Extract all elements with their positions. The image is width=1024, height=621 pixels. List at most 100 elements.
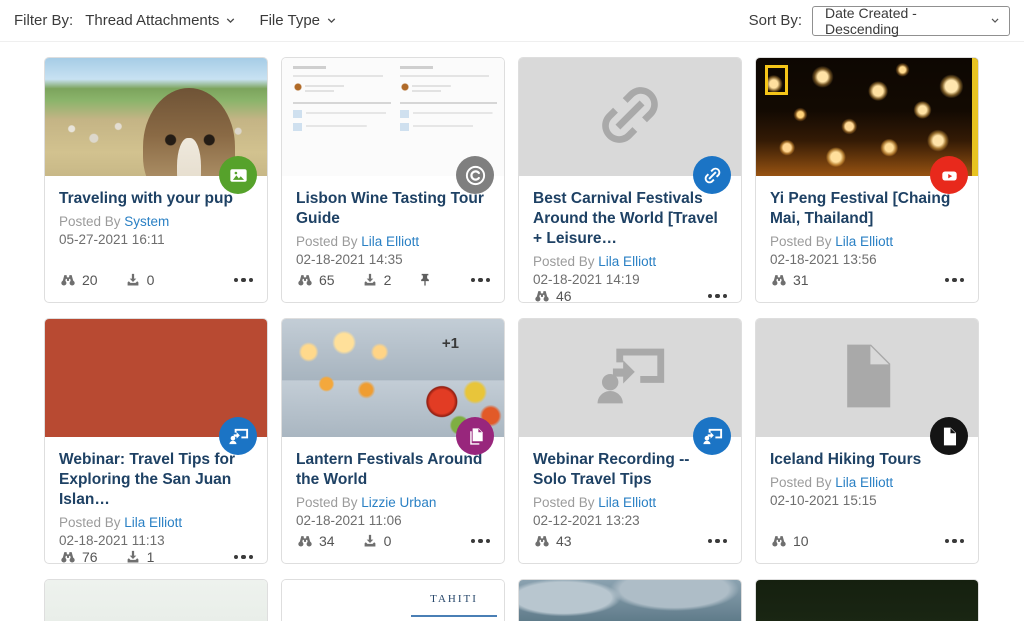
author-link[interactable]: Lila Elliott xyxy=(361,234,419,249)
lake-mountains-thumbnail[interactable] xyxy=(519,580,741,621)
file-card[interactable]: Traveling with your pup Posted By System… xyxy=(44,57,268,303)
file-badge xyxy=(930,417,968,455)
binoculars-views-icon xyxy=(533,532,551,550)
posted-date: 02-18-2021 13:56 xyxy=(770,252,964,267)
posted-by-line: Posted By System xyxy=(59,214,253,229)
author-link[interactable]: Lila Elliott xyxy=(598,495,656,510)
file-card[interactable]: TAHITI xyxy=(281,579,505,621)
filter-bar: Filter By: Thread Attachments File Type … xyxy=(0,0,1024,42)
downloads-count: 0 xyxy=(384,533,392,549)
download-icon xyxy=(361,532,379,550)
download-icon xyxy=(361,271,379,289)
more-options-menu[interactable] xyxy=(708,535,728,548)
posted-by-line: Posted By Lila Elliott xyxy=(296,234,490,249)
copyright-badge xyxy=(456,156,494,194)
posted-date: 02-18-2021 14:19 xyxy=(533,272,727,287)
filter-thread-attachments[interactable]: Thread Attachments xyxy=(85,12,237,29)
webinar-badge xyxy=(219,417,257,455)
views-stat: 20 xyxy=(59,271,98,289)
filter-by-label: Filter By: xyxy=(14,12,73,29)
more-options-menu[interactable] xyxy=(234,274,254,287)
card-title[interactable]: Lisbon Wine Tasting Tour Guide xyxy=(296,189,490,229)
copy-badge xyxy=(456,417,494,455)
card-footer: 34 0 xyxy=(282,532,504,563)
downloads-stat: 0 xyxy=(124,271,155,289)
posted-date: 02-10-2021 15:15 xyxy=(770,493,964,508)
file-card[interactable] xyxy=(44,579,268,621)
file-card[interactable] xyxy=(518,579,742,621)
author-link[interactable]: Lizzie Urban xyxy=(361,495,436,510)
views-count: 76 xyxy=(82,549,98,565)
filter-file-type-label: File Type xyxy=(259,12,320,29)
waterfall-thumbnail[interactable] xyxy=(45,580,267,621)
card-footer: 10 xyxy=(756,532,978,563)
file-card[interactable]: Webinar Recording -- Solo Travel Tips Po… xyxy=(518,318,742,564)
thumbnail-overlay-text: TAHITI xyxy=(411,593,498,617)
binoculars-views-icon xyxy=(296,532,314,550)
card-title[interactable]: Best Carnival Festivals Around the World… xyxy=(533,189,727,249)
views-count: 34 xyxy=(319,533,335,549)
pin-icon xyxy=(417,272,433,288)
webinar-badge xyxy=(693,417,731,455)
card-title[interactable]: Traveling with your pup xyxy=(59,189,253,209)
posted-date: 05-27-2021 16:11 xyxy=(59,232,253,247)
sort-by-label: Sort By: xyxy=(749,12,802,29)
views-stat: 76 xyxy=(59,548,98,566)
file-card[interactable]: +1 Lantern Festivals Around the World Po… xyxy=(281,318,505,564)
webinar-placeholder-icon xyxy=(589,335,671,422)
views-stat: 65 xyxy=(296,271,335,289)
card-title[interactable]: Yi Peng Festival [Chaing Mai, Thailand] xyxy=(770,189,964,229)
filter-file-type[interactable]: File Type xyxy=(259,12,338,29)
binoculars-views-icon xyxy=(296,271,314,289)
youtube-badge xyxy=(930,156,968,194)
person-dark-thumbnail[interactable] xyxy=(756,580,978,621)
filter-thread-attachments-label: Thread Attachments xyxy=(85,12,219,29)
posted-by-label: Posted By xyxy=(770,234,835,249)
download-icon xyxy=(124,548,142,566)
file-card[interactable]: Best Carnival Festivals Around the World… xyxy=(518,57,742,303)
file-card[interactable] xyxy=(755,579,979,621)
card-footer: 43 xyxy=(519,532,741,563)
card-title[interactable]: Lantern Festivals Around the World xyxy=(296,450,490,490)
tahiti-thumbnail[interactable]: TAHITI xyxy=(282,580,504,621)
file-card[interactable]: Iceland Hiking Tours Posted By Lila Elli… xyxy=(755,318,979,564)
author-link[interactable]: Lila Elliott xyxy=(835,234,893,249)
posted-by-label: Posted By xyxy=(770,475,835,490)
file-card[interactable]: Lisbon Wine Tasting Tour Guide Posted By… xyxy=(281,57,505,303)
file-card[interactable]: Webinar: Travel Tips for Exploring the S… xyxy=(44,318,268,564)
more-options-menu[interactable] xyxy=(234,551,254,564)
sort-select-value: Date Created - Descending xyxy=(825,5,983,37)
author-link[interactable]: Lila Elliott xyxy=(835,475,893,490)
chevron-down-icon xyxy=(224,14,237,27)
file-card[interactable]: Yi Peng Festival [Chaing Mai, Thailand] … xyxy=(755,57,979,303)
link-badge xyxy=(693,156,731,194)
posted-by-line: Posted By Lila Elliott xyxy=(770,475,964,490)
more-options-menu[interactable] xyxy=(471,274,491,287)
posted-by-label: Posted By xyxy=(59,515,124,530)
author-link[interactable]: Lila Elliott xyxy=(598,254,656,269)
views-stat: 34 xyxy=(296,532,335,550)
binoculars-views-icon xyxy=(59,271,77,289)
image-badge xyxy=(219,156,257,194)
card-title[interactable]: Iceland Hiking Tours xyxy=(770,450,964,470)
author-link[interactable]: Lila Elliott xyxy=(124,515,182,530)
posted-date: 02-18-2021 11:13 xyxy=(59,533,253,548)
download-icon xyxy=(124,271,142,289)
views-stat: 43 xyxy=(533,532,572,550)
downloads-stat: 0 xyxy=(361,532,392,550)
binoculars-views-icon xyxy=(533,287,551,305)
downloads-count: 2 xyxy=(384,272,392,288)
file-placeholder-icon xyxy=(826,335,908,422)
views-stat: 31 xyxy=(770,271,809,289)
more-options-menu[interactable] xyxy=(708,290,728,303)
more-options-menu[interactable] xyxy=(945,274,965,287)
posted-by-line: Posted By Lizzie Urban xyxy=(296,495,490,510)
author-link[interactable]: System xyxy=(124,214,169,229)
more-options-menu[interactable] xyxy=(471,535,491,548)
more-options-menu[interactable] xyxy=(945,535,965,548)
sort-select[interactable]: Date Created - Descending xyxy=(812,6,1010,36)
card-footer: 46 xyxy=(519,287,741,318)
card-title[interactable]: Webinar Recording -- Solo Travel Tips xyxy=(533,450,727,490)
card-title[interactable]: Webinar: Travel Tips for Exploring the S… xyxy=(59,450,253,510)
downloads-stat: 2 xyxy=(361,271,392,289)
